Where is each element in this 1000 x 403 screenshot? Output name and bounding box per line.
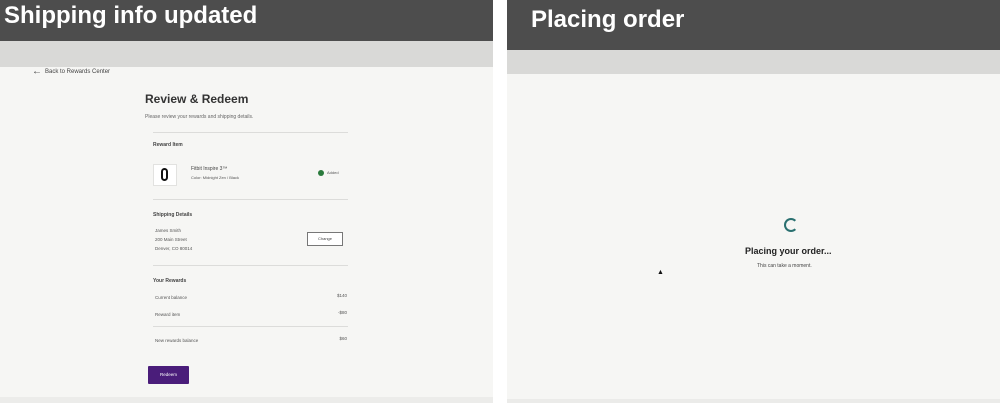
shipping-heading: Shipping Details (153, 212, 193, 218)
reward-item-section: Reward Item (153, 142, 349, 148)
browser-toolbar (507, 50, 1000, 74)
shipping-name: James Smith (155, 228, 182, 233)
placing-order-title: Placing your order... (745, 246, 832, 256)
rewards-section: Your Rewards (153, 278, 349, 284)
reward-item-name: Fitbit Inspire 3™ (191, 166, 228, 172)
check-circle-icon (318, 170, 324, 176)
browser-toolbar (0, 41, 493, 67)
arrow-left-icon: ← (32, 66, 42, 77)
reward-item-cost-value: -$80 (337, 310, 347, 315)
reward-item-cost-label: Reward item (155, 312, 181, 317)
page-title: Review & Redeem (145, 92, 249, 106)
divider (153, 326, 348, 327)
fitbit-image (153, 164, 177, 186)
added-status: Added (318, 170, 339, 176)
new-balance-value: $60 (339, 336, 347, 341)
shipping-section: Shipping Details (153, 212, 349, 218)
divider (153, 199, 348, 200)
right-caption: Placing order (507, 0, 1000, 50)
left-caption: Shipping info updated (0, 0, 493, 41)
redeem-button[interactable]: Redeem (148, 366, 189, 384)
panel-divider (493, 0, 507, 403)
mouse-cursor-icon: ▲ (657, 269, 664, 276)
left-screenshot-panel: Shipping info updated ← Back to Rewards C… (0, 0, 493, 403)
screen-area (507, 74, 1000, 399)
change-address-button[interactable]: Change (307, 232, 343, 246)
rewards-heading: Your Rewards (153, 278, 187, 284)
current-balance-value: $140 (336, 293, 347, 298)
back-link-label: Back to Rewards Center (45, 69, 111, 76)
loading-spinner-icon (784, 218, 798, 232)
shipping-city: Denver, CO 80014 (155, 246, 193, 251)
added-label: Added (327, 170, 339, 176)
watch-icon (161, 168, 168, 181)
current-balance-label: Current balance (155, 295, 188, 300)
new-balance-label: New rewards balance (155, 338, 199, 343)
page-subtitle: Please review your rewards and shipping … (145, 114, 254, 120)
divider (153, 265, 348, 266)
reward-item-color: Color: Midnight Zen / Black (191, 175, 240, 180)
shipping-street: 200 Main Street (155, 237, 187, 242)
placing-order-subtitle: This can take a moment. (757, 263, 812, 269)
back-link[interactable]: ← Back to Rewards Center (32, 66, 110, 77)
divider (153, 132, 348, 133)
reward-item-heading: Reward Item (153, 142, 183, 148)
right-screenshot-panel: Placing order (507, 0, 1000, 403)
